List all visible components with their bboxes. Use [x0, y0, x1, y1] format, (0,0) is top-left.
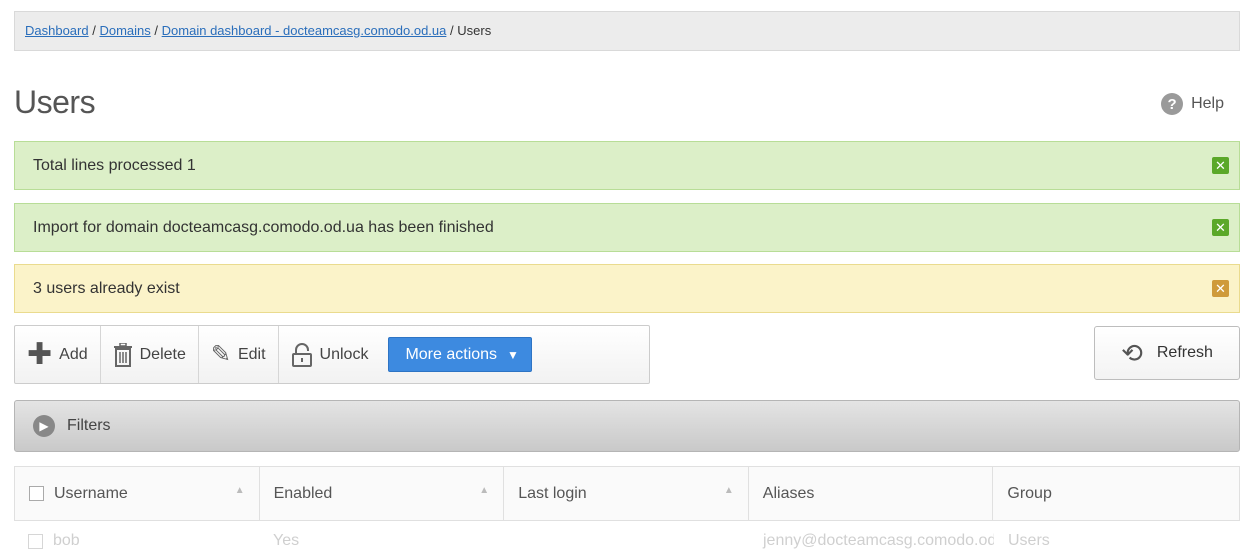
filters-toggle[interactable]: ▶ Filters: [14, 400, 1240, 452]
edit-label: Edit: [237, 345, 266, 363]
close-icon[interactable]: ✕: [1212, 219, 1229, 236]
cell-last-login: [504, 521, 749, 549]
select-all-checkbox[interactable]: [29, 486, 44, 501]
table-header: Username ▲ Enabled ▲ Last login ▲ Aliase…: [14, 466, 1240, 521]
cell-enabled: Yes: [273, 532, 300, 549]
alert-warning: 3 users already exist ✕: [14, 264, 1240, 313]
column-label: Last login: [518, 484, 587, 502]
close-icon[interactable]: ✕: [1212, 280, 1229, 297]
breadcrumb: Dashboard / Domains / Domain dashboard -…: [14, 11, 1240, 51]
more-actions-label: More actions: [405, 345, 498, 363]
alert-success: Total lines processed 1 ✕: [14, 141, 1240, 190]
column-header-group[interactable]: Group: [993, 467, 1239, 520]
sort-icon: ▲: [234, 485, 245, 496]
alert-message: Import for domain docteamcasg.comodo.od.…: [33, 219, 494, 236]
column-label: Enabled: [273, 484, 333, 502]
sort-icon: ▲: [479, 485, 490, 496]
edit-button[interactable]: ✎ Edit: [199, 326, 279, 383]
breadcrumb-dashboard-link[interactable]: Dashboard: [25, 23, 89, 38]
help-icon: ?: [1161, 93, 1184, 115]
trash-icon: [113, 342, 132, 367]
pencil-icon: ✎: [210, 340, 231, 368]
unlock-icon: [291, 342, 312, 367]
breadcrumb-domain-dashboard-link[interactable]: Domain dashboard - docteamcasg.comodo.od…: [162, 23, 447, 38]
add-label: Add: [59, 345, 88, 363]
more-actions-button[interactable]: More actions ▼: [388, 337, 532, 372]
alert-message: 3 users already exist: [33, 280, 180, 297]
cell-username: bob: [14, 521, 259, 549]
add-button[interactable]: ✚ Add: [15, 326, 101, 383]
username-value: bob: [53, 532, 80, 549]
alert-message: Total lines processed 1: [33, 157, 196, 174]
column-label: Aliases: [762, 484, 815, 502]
help-link[interactable]: ? Help: [1161, 93, 1224, 115]
chevron-down-icon: ▼: [507, 347, 519, 362]
sort-icon: ▲: [723, 485, 734, 496]
refresh-icon: ⟲: [1121, 338, 1143, 368]
refresh-label: Refresh: [1156, 344, 1213, 361]
column-header-aliases[interactable]: Aliases: [749, 467, 994, 520]
unlock-button[interactable]: Unlock: [279, 326, 381, 383]
chevron-right-icon: ▶: [33, 415, 55, 437]
cell-group: Users: [1008, 532, 1050, 549]
column-label: Username: [54, 484, 128, 502]
plus-icon: ✚: [27, 337, 53, 371]
breadcrumb-separator: /: [154, 23, 159, 38]
toolbar: ✚ Add Delete ✎ Edit Unlock More actions …: [14, 325, 650, 384]
breadcrumb-current: Users: [457, 23, 492, 38]
close-icon[interactable]: ✕: [1212, 157, 1229, 174]
delete-label: Delete: [139, 345, 186, 363]
column-label: Group: [1007, 484, 1052, 502]
table-row[interactable]: bob Yes jenny@docteamcasg.comodo.od.ua U…: [14, 521, 1240, 549]
breadcrumb-separator: /: [92, 23, 96, 38]
cell-aliases: jenny@docteamcasg.comodo.od.ua: [763, 532, 994, 549]
alert-success: Import for domain docteamcasg.comodo.od.…: [14, 203, 1240, 252]
help-label: Help: [1191, 95, 1224, 112]
breadcrumb-separator: /: [450, 23, 454, 38]
delete-button[interactable]: Delete: [101, 326, 199, 383]
column-header-enabled[interactable]: Enabled ▲: [260, 467, 505, 520]
column-header-last-login[interactable]: Last login ▲: [504, 467, 749, 520]
page-title: Users: [14, 84, 96, 120]
unlock-label: Unlock: [319, 345, 369, 363]
column-header-username[interactable]: Username ▲: [15, 467, 260, 520]
row-checkbox[interactable]: [28, 533, 43, 549]
refresh-button[interactable]: ⟲ Refresh: [1094, 326, 1240, 380]
filters-label: Filters: [67, 417, 111, 434]
breadcrumb-domains-link[interactable]: Domains: [99, 23, 150, 38]
